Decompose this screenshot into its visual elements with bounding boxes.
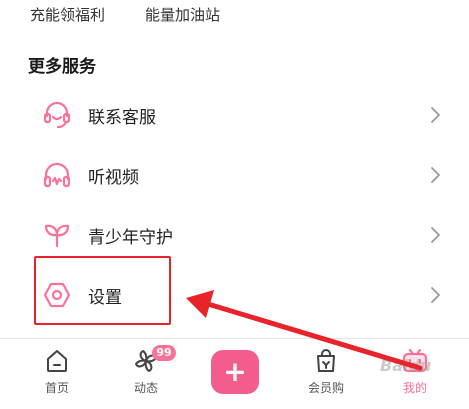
chevron-right-icon: [428, 285, 442, 305]
tab-label-vip-shop: 会员购: [307, 381, 344, 395]
chevron-right-icon: [428, 165, 442, 185]
top-links: 充能领福利 能量加油站: [30, 4, 220, 25]
tab-label-mine: 我的: [402, 381, 427, 395]
chevron-right-icon: [428, 225, 442, 245]
tab-vip-shop[interactable]: 会员购: [286, 339, 366, 409]
sprout-icon: [42, 220, 72, 250]
headset-icon: [42, 100, 72, 130]
section-title-more-services: 更多服务: [28, 57, 96, 77]
annotation-highlight-box: [34, 256, 171, 325]
tab-dynamics[interactable]: 99 动态: [106, 339, 186, 409]
menu-label-customer-service: 联系客服: [88, 107, 156, 128]
menu-item-listen-video[interactable]: 听视频: [0, 145, 469, 205]
menu-label-youth-protection: 青少年守护: [88, 227, 173, 248]
tab-label-home: 首页: [44, 381, 69, 395]
headphones-icon: [42, 160, 72, 190]
publish-button[interactable]: +: [211, 350, 259, 394]
menu-label-listen-video: 听视频: [88, 167, 139, 188]
link-energy-station[interactable]: 能量加油站: [145, 4, 220, 25]
link-charge-benefits[interactable]: 充能领福利: [30, 4, 105, 25]
baidu-watermark: Baidu: [380, 356, 432, 375]
notification-badge: 99: [152, 345, 176, 361]
menu-item-customer-service[interactable]: 联系客服: [0, 85, 469, 145]
chevron-right-icon: [428, 105, 442, 125]
tab-label-dynamics: 动态: [133, 381, 158, 395]
tab-home[interactable]: 首页: [17, 339, 97, 409]
home-icon: [43, 347, 71, 375]
shopping-bag-icon: [312, 347, 340, 375]
